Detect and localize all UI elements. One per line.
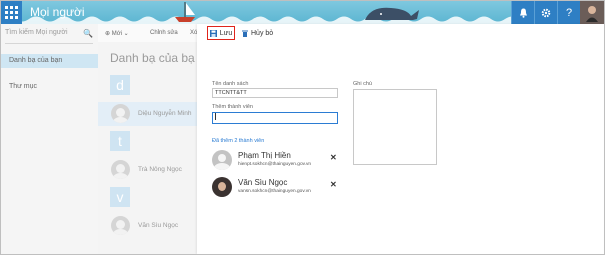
notes-label: Ghi chú <box>353 81 372 87</box>
new-button[interactable]: ⊕ Mới ⌄ <box>105 30 129 37</box>
save-icon <box>209 29 217 37</box>
left-nav: Tìm kiếm Mọi người 🔍 Danh bạ của bạn Thư… <box>1 24 98 254</box>
group-letter: v <box>110 187 130 207</box>
member-name: Phạm Thị Hiền <box>238 151 291 160</box>
search-box[interactable]: Tìm kiếm Mọi người 🔍 <box>5 29 93 44</box>
edit-button[interactable]: Chỉnh sửa <box>150 30 178 36</box>
member-name: Văn Sìu Ngọc <box>238 178 288 187</box>
app-window: Mọi người ? Tìm kiếm Mọi người 🔍 Danh bạ… <box>0 0 605 255</box>
gear-icon[interactable] <box>534 1 557 24</box>
add-member-label: Thêm thành viên <box>212 104 253 110</box>
contact-row[interactable]: Trà Nông Ngọc <box>98 158 197 182</box>
nav-item-directory[interactable]: Thư mục <box>1 80 98 94</box>
header-icons: ? <box>511 1 604 24</box>
whale-icon <box>365 7 419 20</box>
contact-avatar <box>111 104 130 123</box>
nav-item-your-contacts[interactable]: Danh bạ của bạn <box>1 54 98 68</box>
cancel-label: Hủy bỏ <box>251 29 274 37</box>
app-launcher-icon[interactable] <box>1 1 22 24</box>
text-cursor <box>215 113 216 121</box>
search-input-placeholder: Tìm kiếm Mọi người <box>5 29 68 36</box>
contact-row[interactable]: Văn Sìu Ngọc <box>98 214 197 238</box>
app-title: Mọi người <box>30 5 85 19</box>
contact-avatar <box>111 216 130 235</box>
member-avatar <box>212 177 232 197</box>
contact-name: Diệu Nguyễn Minh <box>138 110 192 117</box>
member-avatar <box>212 150 232 170</box>
boat-icon <box>175 2 195 22</box>
user-avatar[interactable] <box>580 1 604 24</box>
member-email: vansn.sokhcn@thainguyen.gov.vn <box>238 189 311 194</box>
notes-textarea[interactable] <box>353 89 437 165</box>
group-letter: d <box>110 75 130 95</box>
contact-row[interactable]: Diệu Nguyễn Minh <box>98 102 197 126</box>
command-bar: Lưu Hủy bỏ <box>197 24 603 42</box>
contact-list-editor: Lưu Hủy bỏ Tên danh sách TTCNTT&TT Thêm … <box>197 24 603 254</box>
bell-icon[interactable] <box>511 1 534 24</box>
contacts-toolbar: ⊕ Mới ⌄ Chỉnh sửa Xó <box>98 24 197 43</box>
member-item: Văn Sìu Ngọc vansn.sokhcn@thainguyen.gov… <box>212 177 337 201</box>
added-members-count: Đã thêm 2 thành viên <box>212 138 265 144</box>
contact-list-title: Danh bạ của bạ <box>110 51 195 65</box>
member-item: Phạm Thị Hiền hienpt.sokhcn@thainguyen.g… <box>212 150 337 174</box>
contact-list: Danh bạ của bạ d Diệu Nguyễn Minh t Trà … <box>98 42 197 254</box>
save-label: Lưu <box>219 29 233 37</box>
save-button[interactable]: Lưu <box>207 26 235 40</box>
remove-member-icon[interactable]: ✕ <box>330 153 337 162</box>
contact-name: Trà Nông Ngọc <box>138 166 182 173</box>
contact-avatar <box>111 160 130 179</box>
contact-name: Văn Sìu Ngọc <box>138 222 179 229</box>
cancel-button[interactable]: Hủy bỏ <box>242 26 273 40</box>
search-icon[interactable]: 🔍 <box>83 29 93 38</box>
nav-item-label: Danh bạ của bạn <box>9 57 63 64</box>
trash-icon <box>242 30 248 37</box>
help-icon[interactable]: ? <box>557 1 580 24</box>
list-name-field[interactable]: TTCNTT&TT <box>212 88 338 98</box>
group-letter: t <box>110 131 130 151</box>
list-name-label: Tên danh sách <box>212 81 249 87</box>
nav-item-label: Thư mục <box>9 83 38 90</box>
app-header: Mọi người ? <box>1 1 604 24</box>
member-email: hienpt.sokhcn@thainguyen.gov.vn <box>238 162 312 167</box>
remove-member-icon[interactable]: ✕ <box>330 180 337 189</box>
add-member-field[interactable] <box>212 112 338 124</box>
